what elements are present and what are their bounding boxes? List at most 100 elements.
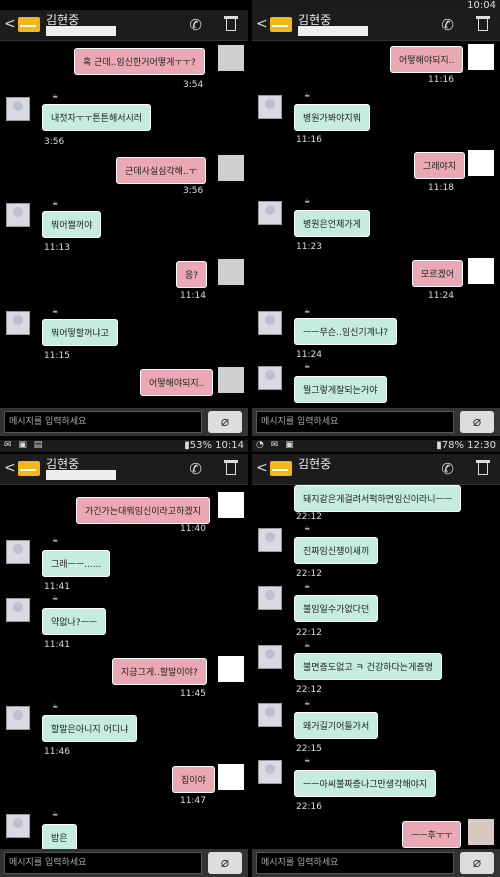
envelope-icon — [270, 17, 292, 32]
message-bubble: 진짜임신쟁이새끼 — [294, 537, 379, 564]
message-bubble: 그래야지 — [414, 152, 466, 179]
message-time: 22:12 — [296, 628, 322, 638]
message-input-bar: 메시지를 입력하세요 ⌀ — [0, 849, 248, 877]
avatar — [6, 311, 30, 335]
message-bubble: 밥은 — [42, 824, 77, 851]
avatar — [218, 155, 244, 181]
message-input-bar: 메시지를 입력하세요 ⌀ — [252, 849, 500, 877]
phone-icon[interactable]: ✆ — [189, 460, 202, 478]
message-time: 22:16 — [296, 802, 322, 812]
trash-icon[interactable] — [224, 459, 238, 475]
cup-icon: ☕ — [304, 524, 311, 532]
message-bubble: ㅡㅡ아씨불짜증나그만생각해야지 — [294, 770, 437, 797]
conversation-header: < 김현중 ✆ — [0, 454, 248, 485]
conversation-header: < 김현중 ✆ — [252, 10, 500, 41]
avatar — [6, 598, 30, 622]
avatar — [218, 656, 244, 682]
avatar — [218, 492, 244, 518]
message-bubble: 뭐어쩔꺼야 — [42, 211, 102, 238]
avatar — [258, 528, 282, 552]
back-arrow-icon[interactable]: < — [256, 460, 268, 476]
envelope-icon — [18, 461, 40, 476]
cup-icon: ☕ — [304, 641, 311, 649]
cup-icon: ☕ — [304, 582, 311, 590]
message-bubble: 그래ㅡㅡ...... — [42, 550, 111, 577]
avatar — [6, 97, 30, 121]
back-arrow-icon[interactable]: < — [4, 16, 16, 32]
paperclip-icon[interactable]: ⌀ — [208, 852, 242, 874]
avatar — [258, 703, 282, 727]
back-arrow-icon[interactable]: < — [256, 16, 268, 32]
trash-icon[interactable] — [476, 15, 490, 31]
message-input[interactable]: 메시지를 입력하세요 — [4, 411, 202, 433]
message-input[interactable]: 메시지를 입력하세요 — [256, 411, 454, 433]
cup-icon: ☕ — [52, 594, 59, 602]
cup-icon: ☕ — [304, 756, 311, 764]
message-time: 11:16 — [296, 135, 322, 145]
message-bubble: 혹 근데..임신한거어떻게ㅜㅜ? — [74, 48, 205, 75]
message-time: 11:18 — [428, 183, 454, 193]
paperclip-icon[interactable]: ⌀ — [460, 852, 494, 874]
paperclip-icon[interactable]: ⌀ — [460, 411, 494, 433]
message-time: 11:41 — [44, 640, 70, 650]
avatar — [218, 764, 244, 790]
message-time: 22:12 — [296, 569, 322, 579]
chat-panel-2: 10:04 < 김현중 ✆ 어떻해야되지.. 11:16 ☕ 병원가봐야지뭐 1… — [252, 0, 500, 436]
avatar — [468, 258, 494, 284]
message-input[interactable]: 메시지를 입력하세요 — [4, 852, 202, 874]
status-bar: 10:04 — [252, 0, 500, 11]
cup-icon: ☕ — [304, 362, 311, 370]
message-bubble: 집이야 — [172, 766, 215, 793]
message-bubble: 지금그게..할말이야? — [112, 658, 207, 685]
message-bubble: 뭐어떻할꺼냐고 — [42, 319, 118, 346]
message-time: 22:15 — [296, 744, 322, 754]
avatar — [468, 150, 494, 176]
status-time: 10:14 — [215, 440, 244, 451]
trash-icon[interactable] — [476, 459, 490, 475]
message-time: 22:12 — [296, 685, 322, 695]
message-bubble: 할말은아니지 어디냐 — [42, 715, 138, 742]
avatar — [258, 645, 282, 669]
back-arrow-icon[interactable]: < — [4, 460, 16, 476]
cup-icon: ☕ — [304, 197, 311, 205]
message-bubble: 병원은언제가게 — [294, 210, 370, 237]
phone-icon[interactable]: ✆ — [441, 460, 454, 478]
message-bubble: 돼지같은게걸려서퍽하면임신이라니ㅡㅡ — [294, 485, 462, 512]
message-time: 11:41 — [44, 582, 70, 592]
message-bubble: 불면증도없고 ㅋ 건강하다는게증명 — [294, 653, 442, 680]
avatar — [258, 586, 282, 610]
battery-percent: 78% — [441, 440, 464, 451]
message-time: 11:46 — [44, 747, 70, 757]
chat-panel-1: < 김현중 ✆ 혹 근데..임신한거어떻게ㅜㅜ? 3:54 ☕ 내젓자ㅜㅜ튼튼해… — [0, 0, 248, 436]
phone-icon[interactable]: ✆ — [189, 16, 202, 34]
avatar — [6, 203, 30, 227]
message-time: 11:24 — [296, 350, 322, 360]
cup-icon: ☕ — [52, 536, 59, 544]
message-bubble: 가긴가는대뭐임신이라고하겠지 — [76, 497, 210, 524]
message-bubble: 모르겠어 — [412, 260, 464, 287]
cup-icon: ☕ — [52, 92, 59, 100]
contact-name: 김현중 — [298, 457, 332, 471]
avatar — [258, 311, 282, 335]
message-time: 3:56 — [44, 137, 65, 147]
status-icons: ✉ ▣ ▤ — [4, 440, 45, 450]
message-time: 11:13 — [44, 243, 70, 253]
cup-icon: ☕ — [52, 810, 59, 818]
message-bubble: 약없나?ㅡㅡ — [42, 608, 107, 635]
envelope-icon — [18, 17, 40, 32]
message-time: 11:16 — [428, 75, 454, 85]
paperclip-icon[interactable]: ⌀ — [208, 411, 242, 433]
trash-icon[interactable] — [224, 15, 238, 31]
envelope-icon — [270, 461, 292, 476]
message-time: 11:14 — [180, 291, 206, 301]
status-right: ▮53% 10:14 — [184, 440, 244, 451]
phone-icon[interactable]: ✆ — [441, 16, 454, 34]
avatar — [468, 44, 494, 70]
message-input[interactable]: 메시지를 입력하세요 — [256, 852, 454, 874]
status-bar: ✉ ▣ ▤ ▮53% 10:14 — [0, 440, 248, 452]
avatar — [258, 366, 282, 390]
avatar — [218, 367, 244, 393]
contact-number-redacted — [46, 470, 116, 480]
message-time: 3:54 — [183, 80, 204, 90]
chat-panel-4: ◔ ✉ ▣ ▮78% 12:30 < 김현중 ✆ 돼지같은게걸려서퍽하면임신이라… — [252, 440, 500, 877]
